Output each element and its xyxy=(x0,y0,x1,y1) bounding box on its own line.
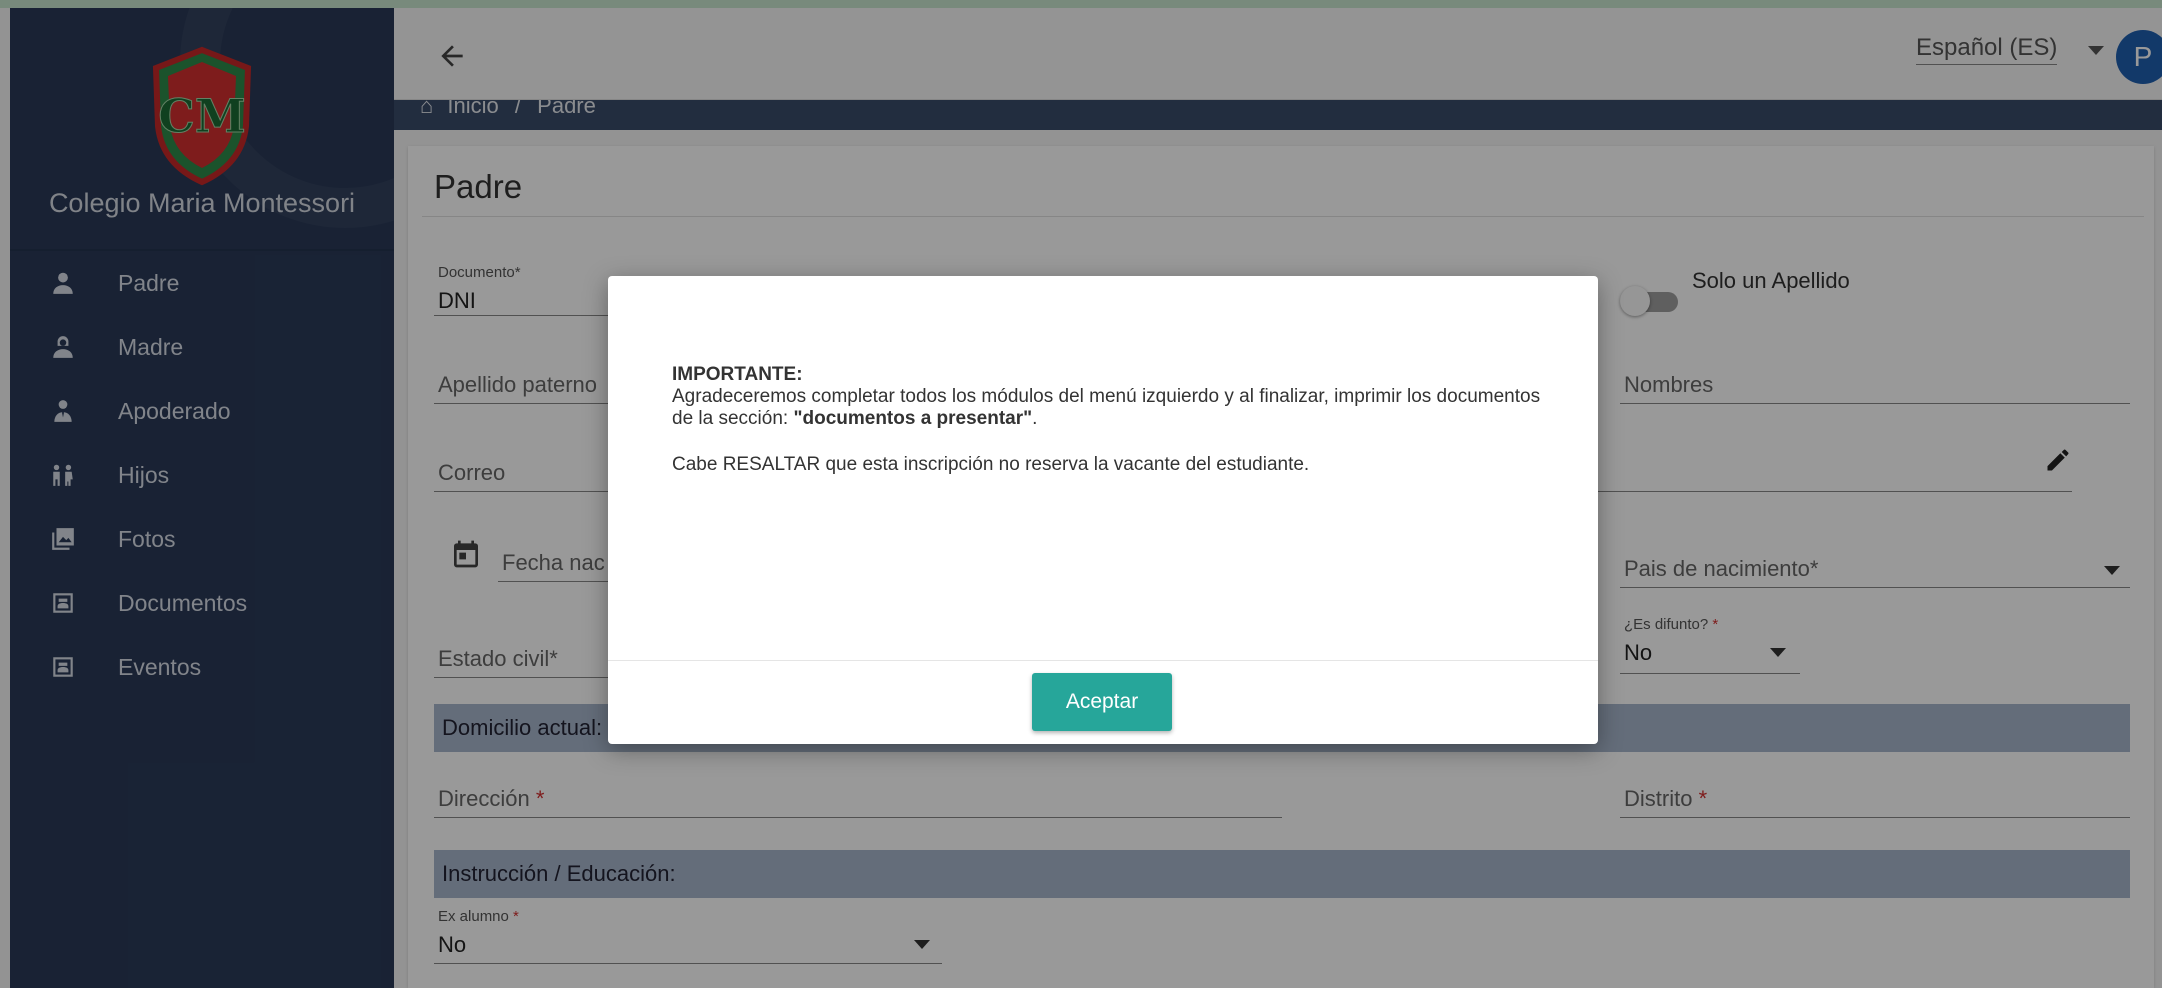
dialog-footer-divider xyxy=(608,660,1598,661)
dialog-title: IMPORTANTE: xyxy=(672,364,803,385)
dialog-note: Cabe RESALTAR que esta inscripción no re… xyxy=(672,454,1310,475)
dialog-message: Agradeceremos completar todos los módulo… xyxy=(672,386,1541,429)
accept-button[interactable]: Aceptar xyxy=(1032,673,1172,731)
dialog-body: IMPORTANTE: Agradeceremos completar todo… xyxy=(672,364,1552,500)
important-notice-dialog: IMPORTANTE: Agradeceremos completar todo… xyxy=(608,276,1598,744)
